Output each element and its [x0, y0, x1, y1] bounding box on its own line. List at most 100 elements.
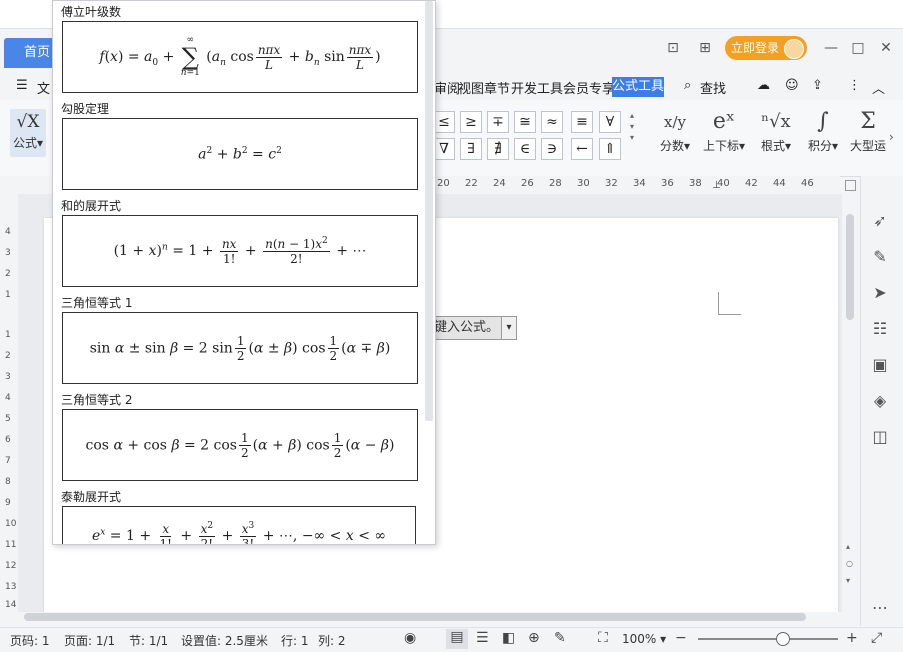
search-label[interactable]: 查找 [700, 78, 726, 97]
indent-marker-icon[interactable]: ⊥ [712, 180, 721, 191]
formula-card-fourier[interactable]: f(x) = a0 + ∞ ∑ n=1 (an cos nπx L + bn sin nπ… [62, 21, 418, 93]
zoom-slider-track[interactable] [698, 638, 838, 640]
symbol-ge[interactable]: ≥ [460, 111, 482, 133]
ribbon-next-icon[interactable]: › [889, 130, 894, 144]
menu-chapter[interactable]: 章节 [484, 78, 510, 97]
fullscreen-icon[interactable]: ⤢ [871, 630, 882, 646]
fraction-tool[interactable]: x/y 分数▾ [656, 107, 694, 154]
ruler-tick: 4 [5, 227, 11, 237]
more-icon[interactable]: ⋮ [848, 78, 861, 93]
status-pages[interactable]: 页面: 1/1 [64, 632, 115, 649]
formula-button[interactable]: √X 公式▾ [10, 109, 46, 157]
web-view-icon[interactable]: ⊕ [528, 630, 540, 646]
symbol-scroll-control[interactable]: ▴ ▾ ▾ [630, 110, 634, 143]
symbol-mp[interactable]: ∓ [487, 111, 509, 133]
status-col[interactable]: 列: 2 [318, 632, 346, 649]
ruler-tick: 30 [577, 178, 590, 189]
login-button[interactable]: 立即登录 [725, 36, 807, 60]
ruler-toggle-icon[interactable] [845, 180, 856, 191]
section-title-binomial: 和的展开式 [61, 199, 122, 213]
symbol-forall[interactable]: ∀ [599, 111, 621, 133]
share-icon[interactable]: ⇪ [812, 78, 823, 93]
zoom-slider-thumb[interactable] [776, 632, 790, 646]
integral-tool[interactable]: ∫ 积分▾ [803, 107, 843, 154]
section-title-trig-identity-1: 三角恒等式 1 [61, 296, 133, 310]
ruler-tick: 36 [661, 178, 674, 189]
maximize-icon[interactable]: □ [845, 38, 871, 58]
menu-file[interactable]: 文 [37, 78, 50, 97]
outline-view-icon[interactable]: ☰ [476, 630, 489, 646]
horizontal-scroll-thumb[interactable] [24, 613, 806, 621]
menu-view[interactable]: 视图 [458, 78, 484, 97]
page-nav-icons[interactable]: ▴ ○ ▾ [846, 538, 853, 589]
ruler-tick: 12 [5, 561, 17, 571]
formula-options-icon[interactable]: ▾ [501, 316, 517, 340]
close-icon[interactable]: ✕ [873, 38, 899, 58]
ruler-tick: 20 [437, 178, 450, 189]
symbol-nabla[interactable]: ∇ [433, 138, 455, 160]
zoom-in-icon[interactable]: + [846, 630, 858, 646]
menu-review[interactable]: 审阅 [434, 78, 460, 97]
symbol-exists[interactable]: ∃ [460, 138, 482, 160]
fit-page-icon[interactable]: ⛶ [598, 630, 608, 646]
compass-icon[interactable]: ◈ [871, 391, 889, 410]
image-icon[interactable]: ▣ [871, 355, 889, 374]
formula-card-trig-identity-2[interactable]: cos α + cos β = 2 cos 1 2 (α + β) cos 1 2 (α −… [62, 409, 418, 481]
status-section[interactable]: 节: 1/1 [129, 632, 168, 649]
menu-formula-tools[interactable]: 公式工具 [612, 77, 664, 97]
ruler-tick: 7 [5, 456, 11, 466]
symbol-not-exists[interactable]: ∄ [487, 138, 509, 160]
pen-icon[interactable]: ✎ [871, 247, 889, 266]
script-tool[interactable]: eˣ 上下标▾ [701, 107, 747, 154]
fraction-label: 分数 [659, 139, 684, 153]
hamburger-icon[interactable]: ☰ [16, 78, 28, 93]
book-icon[interactable]: ◫ [871, 427, 889, 446]
status-setting[interactable]: 设置值: 2.5厘米 [181, 632, 268, 649]
rocket-icon[interactable]: ➶ [871, 211, 889, 230]
symbol-leftarrow[interactable]: ← [571, 138, 593, 160]
sqrt-x-icon: √X [16, 112, 40, 132]
cloud-icon[interactable]: ☁ [757, 78, 770, 93]
formula-card-taylor[interactable]: ex = 1 + x 1! + x2 2! + x3 3! + ⋯, −∞ < x <… [62, 506, 416, 544]
eye-icon[interactable]: ◉ [404, 630, 416, 646]
page-view-icon[interactable]: ▤ [446, 629, 468, 649]
symbol-le[interactable]: ≤ [433, 111, 455, 133]
ruler-tick: 2 [5, 351, 11, 361]
symbol-uparrow[interactable]: ⇑ [599, 138, 621, 160]
symbol-equiv[interactable]: ≡ [571, 111, 593, 133]
pointer-icon[interactable]: ➤ [871, 283, 889, 302]
dropdown-scroll-thumb[interactable] [425, 1, 433, 421]
vertical-scroll-thumb[interactable] [846, 214, 854, 320]
zoom-out-icon[interactable]: − [675, 630, 687, 646]
minimize-icon[interactable]: — [818, 38, 844, 58]
draw-icon[interactable]: ✎ [554, 630, 566, 646]
zoom-level[interactable]: 100% ▾ [622, 632, 666, 646]
sliders-icon[interactable]: ☷ [871, 319, 889, 338]
more-dots-icon[interactable]: ⋯ [871, 598, 889, 617]
large-operator-tool[interactable]: Σ 大型运 [848, 107, 888, 154]
ruler-tick: 38 [689, 178, 702, 189]
status-page-number[interactable]: 页码: 1 [10, 632, 50, 649]
symbol-approx[interactable]: ≈ [541, 111, 563, 133]
formula-card-binomial[interactable]: (1 + x)n = 1 + nx 1! + n(n − 1)x2 2! + ⋯ [62, 215, 418, 287]
menu-member[interactable]: 会员专享 [563, 78, 615, 97]
ruler-tick: 6 [5, 435, 11, 445]
status-row[interactable]: 行: 1 [281, 632, 309, 649]
layout-icon[interactable]: ⊡ [660, 38, 686, 58]
formula-card-trig-identity-1[interactable]: sin α ± sin β = 2 sin 1 2 (α ± β) cos 1 2 (α ∓… [62, 312, 418, 384]
fraction-icon: x/y [664, 113, 686, 131]
radical-tool[interactable]: ⁿ√x 根式▾ [756, 107, 796, 154]
reading-view-icon[interactable]: ◧ [502, 630, 515, 646]
user-add-icon[interactable]: ☺ [785, 78, 799, 93]
apps-grid-icon[interactable]: ⊞ [692, 38, 718, 58]
menu-developer[interactable]: 开发工具 [511, 78, 563, 97]
collapse-ribbon-icon[interactable]: ︿ [872, 78, 885, 97]
symbol-ni[interactable]: ∋ [541, 138, 563, 160]
symbol-cong[interactable]: ≅ [514, 111, 536, 133]
integral-label: 积分 [807, 139, 832, 153]
ruler-tick: 44 [773, 178, 786, 189]
search-icon[interactable]: ⌕ [684, 78, 691, 93]
formula-template-dropdown: 傅立叶级数 f(x) = a0 + ∞ ∑ n=1 (an cos nπx L + bn… [52, 0, 436, 545]
symbol-in[interactable]: ∈ [514, 138, 536, 160]
formula-card-pythagorean[interactable]: a2 + b2 = c2 [62, 118, 418, 190]
